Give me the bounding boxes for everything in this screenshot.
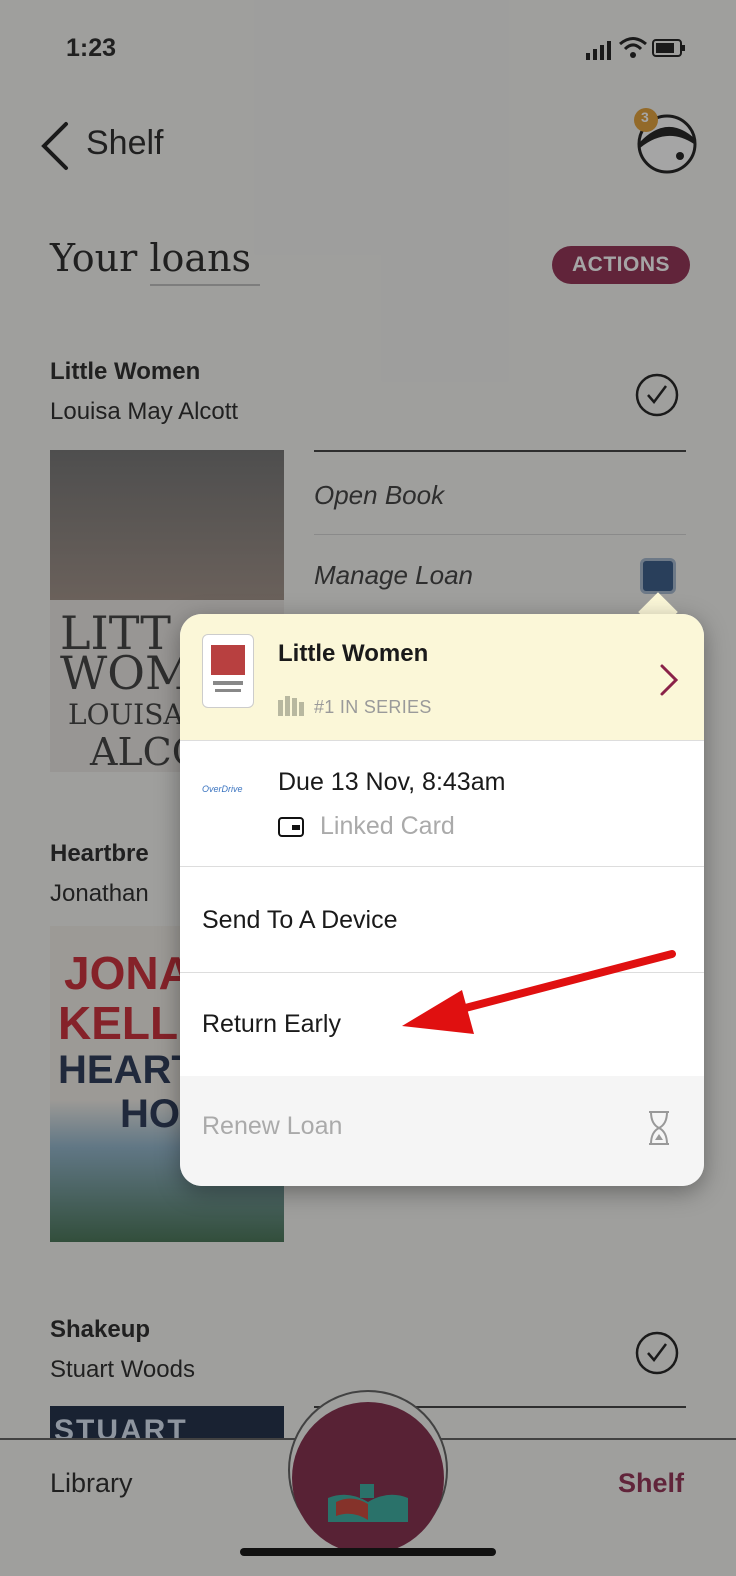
series-stack-icon xyxy=(278,696,304,716)
popup-book-title: Little Women xyxy=(278,640,429,667)
hourglass-icon xyxy=(649,1111,669,1145)
app-screen: 1:23 Shelf 3 Your loans ACTIONS Little W… xyxy=(0,0,736,1576)
chevron-right-icon[interactable] xyxy=(658,662,680,698)
due-date: Due 13 Nov, 8:43am xyxy=(278,768,506,796)
loan-popup: Little Women #1 IN SERIES OverDrive Due … xyxy=(180,614,704,1186)
return-early-button[interactable]: Return Early xyxy=(202,1010,341,1039)
send-to-device-button[interactable]: Send To A Device xyxy=(202,906,398,935)
series-label: #1 IN SERIES xyxy=(314,697,432,717)
overdrive-logo-icon: OverDrive xyxy=(202,784,243,794)
popup-book-header[interactable] xyxy=(180,614,704,741)
popup-book-thumbnail xyxy=(202,634,254,708)
renew-loan-button: Renew Loan xyxy=(202,1112,343,1140)
due-row xyxy=(180,740,704,867)
card-icon xyxy=(278,817,304,837)
linked-card-label: Linked Card xyxy=(320,812,455,840)
book-thumbnail-icon xyxy=(211,645,245,692)
